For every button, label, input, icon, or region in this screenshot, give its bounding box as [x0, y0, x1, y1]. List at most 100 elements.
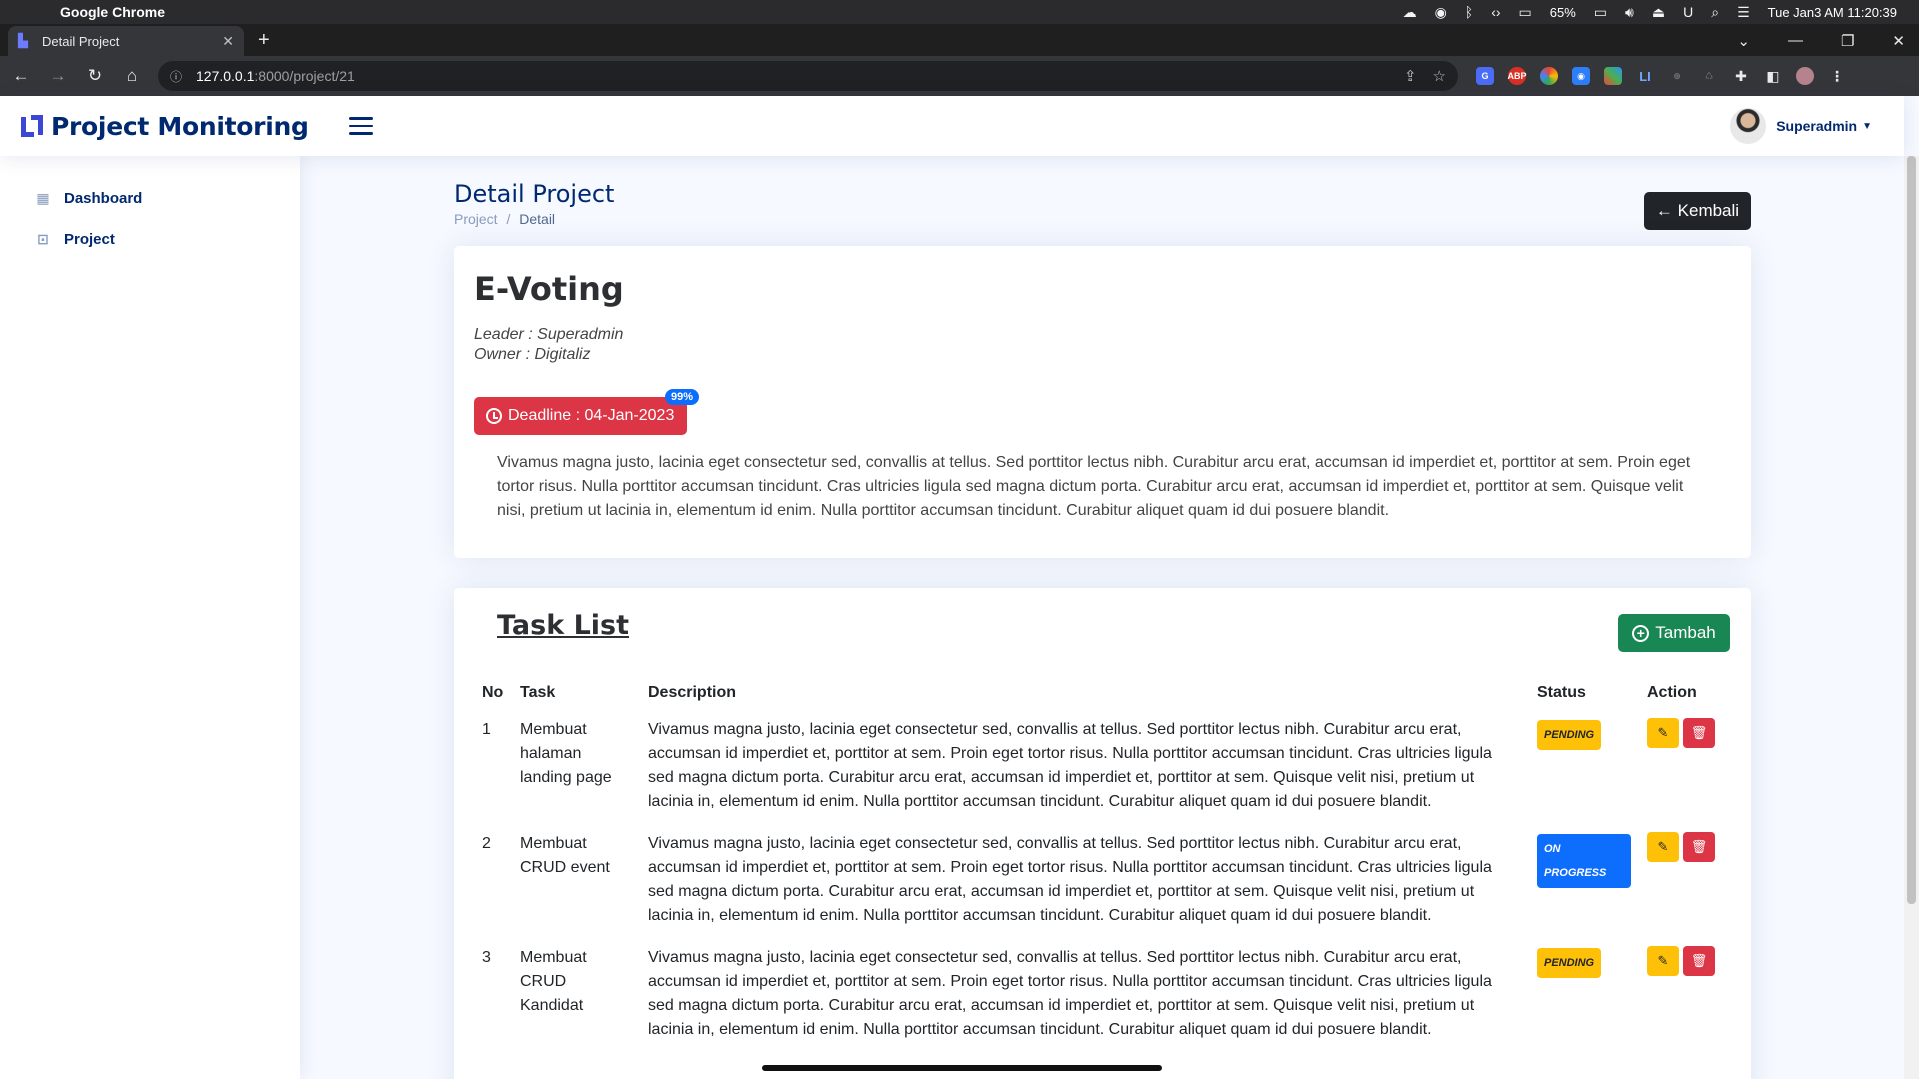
caret-down-icon[interactable]: ▼	[1862, 121, 1872, 132]
address-bar[interactable]: ⓘ 127.0.0.1 :8000/project/21 ⇪ ☆	[158, 61, 1458, 91]
bluetooth-icon[interactable]: ᛒ	[1465, 4, 1473, 20]
breadcrumb-current: Detail	[519, 211, 556, 227]
volume-icon[interactable]: 🔊︎	[1625, 4, 1634, 21]
table-header-row: No Task Description Status Action	[474, 678, 1731, 712]
tab-title: Detail Project	[42, 33, 120, 49]
delete-button[interactable]: 🗑︎	[1683, 718, 1715, 748]
avatar[interactable]	[1730, 108, 1767, 144]
deadline-badge: Deadline : 04-Jan-2023	[474, 397, 687, 435]
site-favicon-icon: ▙	[18, 33, 28, 48]
battery-percent[interactable]: 65%	[1550, 5, 1576, 20]
trash-icon: 🗑︎	[1690, 725, 1708, 740]
home-icon[interactable]: ⌂	[116, 66, 148, 86]
colorful-extension-icon[interactable]	[1604, 67, 1622, 85]
sidebar: ▦ Dashboard ⊡ Project	[0, 156, 300, 1079]
close-window-icon[interactable]: ✕	[1892, 32, 1905, 50]
bookmark-star-icon[interactable]: ☆	[1433, 67, 1446, 85]
project-detail-card: E-Voting Leader : Superadmin Owner : Dig…	[454, 246, 1751, 558]
page-scrollbar[interactable]	[1904, 156, 1919, 1079]
display-icon[interactable]: ▭	[1519, 4, 1532, 21]
delete-button[interactable]: 🗑︎	[1683, 946, 1715, 976]
u-app-icon[interactable]: U	[1683, 4, 1693, 20]
spotlight-search-icon[interactable]: ⌕	[1711, 4, 1719, 21]
tab-search-chevron-icon[interactable]: ⌄	[1737, 32, 1750, 50]
project-name: E-Voting	[474, 270, 624, 308]
color-picker-extension-icon[interactable]	[1540, 67, 1558, 85]
cell-description: Vivamus magna justo, lacinia eget consec…	[648, 721, 1492, 810]
side-panel-icon[interactable]: ◧	[1764, 67, 1782, 85]
creative-cloud-icon[interactable]: ☁	[1403, 4, 1417, 21]
new-tab-icon[interactable]: +	[258, 29, 270, 52]
cell-no: 1	[482, 721, 491, 738]
col-header-description: Description	[648, 684, 737, 701]
col-header-status: Status	[1537, 684, 1586, 701]
app-header: Project Monitoring Superadmin ▼	[0, 96, 1904, 156]
edit-button[interactable]: ✎	[1647, 946, 1679, 976]
add-task-label: Tambah	[1655, 623, 1716, 642]
url-path: :8000/project/21	[254, 68, 355, 84]
add-task-button[interactable]: + Tambah	[1618, 614, 1730, 652]
reload-icon[interactable]: ↻	[79, 66, 111, 86]
sidebar-item-dashboard[interactable]: ▦ Dashboard	[0, 178, 300, 219]
active-app-name[interactable]: Google Chrome	[60, 4, 165, 20]
cell-task: Membuat CRUD event	[520, 835, 610, 876]
browser-toolbar: ← → ↻ ⌂ ⓘ 127.0.0.1 :8000/project/21 ⇪ ☆…	[0, 56, 1919, 96]
menu-clock[interactable]: Tue Jan3 AM 11:20:39	[1768, 5, 1897, 20]
breadcrumb-project-link[interactable]: Project	[454, 211, 498, 227]
control-center-icon[interactable]: ☰	[1737, 4, 1750, 21]
discord-icon[interactable]: ◉	[1435, 4, 1447, 21]
browser-tab-active[interactable]: ▙ Detail Project ✕	[8, 26, 244, 56]
extension-icons: G ABP ◉ LI ⊕ ♺ ✚ ◧ ⋮	[1476, 67, 1846, 85]
delete-button[interactable]: 🗑︎	[1683, 832, 1715, 862]
li-extension-icon[interactable]: LI	[1636, 67, 1654, 85]
status-badge: PENDING	[1537, 720, 1602, 750]
back-arrow-icon[interactable]: ←	[5, 66, 37, 86]
adblock-extension-icon[interactable]: ABP	[1508, 67, 1527, 85]
brand-name: Project Monitoring	[51, 111, 309, 141]
translate-extension-icon[interactable]: G	[1476, 67, 1494, 85]
os-menu-bar: Google Chrome ☁ ◉ ᛒ ‹› ▭ 65% ▭ 🔊︎ ⏏ U ⌕ …	[0, 0, 1919, 24]
profile-avatar-icon[interactable]	[1796, 67, 1814, 85]
edit-button[interactable]: ✎	[1647, 718, 1679, 748]
edit-icon: ✎	[1657, 725, 1669, 740]
edit-icon: ✎	[1657, 953, 1669, 968]
main-content: Detail Project Project / Detail ← Kembal…	[300, 156, 1904, 1079]
scrollbar-thumb[interactable]	[1907, 156, 1916, 904]
more-menu-icon[interactable]: ⋮	[1828, 67, 1846, 85]
eject-icon[interactable]: ⏏	[1652, 4, 1665, 21]
brand-logo[interactable]: Project Monitoring	[19, 112, 309, 141]
minimize-icon[interactable]: —	[1788, 32, 1803, 50]
close-tab-icon[interactable]: ✕	[222, 33, 234, 50]
gray-extension-icon[interactable]: ⊕	[1668, 67, 1686, 85]
url-host: 127.0.0.1	[196, 68, 255, 84]
col-header-task: Task	[520, 684, 556, 701]
task-list-card: Task List + Tambah No Task Description S…	[454, 588, 1751, 1079]
project-description: Vivamus magna justo, lacinia eget consec…	[497, 454, 1691, 519]
brand-logo-icon	[21, 115, 43, 137]
edit-button[interactable]: ✎	[1647, 832, 1679, 862]
progress-badge: 99%	[665, 389, 700, 405]
sidebar-toggle-icon[interactable]	[348, 117, 373, 135]
cell-no: 3	[482, 949, 491, 966]
code-icon[interactable]: ‹›	[1491, 4, 1500, 20]
home-indicator	[762, 1065, 1162, 1071]
puzzle-extensions-icon[interactable]: ✚	[1732, 67, 1750, 85]
col-header-action: Action	[1647, 684, 1697, 701]
status-icons: ☁ ◉ ᛒ ‹› ▭ 65% ▭ 🔊︎ ⏏ U ⌕ ☰ Tue Jan3 AM …	[1403, 4, 1919, 21]
share-icon[interactable]: ⇪	[1404, 67, 1417, 85]
forward-arrow-icon[interactable]: →	[42, 66, 74, 86]
status-badge: ON PROGRESS	[1537, 834, 1631, 888]
sidebar-item-project[interactable]: ⊡ Project	[0, 219, 300, 260]
task-table: No Task Description Status Action 1 Memb…	[474, 678, 1731, 1054]
user-menu[interactable]: Superadmin ▼	[1730, 108, 1872, 144]
back-button[interactable]: ← Kembali	[1644, 192, 1751, 230]
screenshot-extension-icon[interactable]: ◉	[1572, 67, 1590, 85]
restore-icon[interactable]: ❐	[1841, 32, 1854, 50]
battery-icon[interactable]: ▭	[1594, 4, 1607, 21]
site-info-icon[interactable]: ⓘ	[170, 68, 186, 85]
recycle-extension-icon[interactable]: ♺	[1700, 67, 1718, 85]
user-name[interactable]: Superadmin	[1776, 118, 1857, 134]
cell-no: 2	[482, 835, 491, 852]
cell-task: Membuat CRUD Kandidat	[520, 949, 587, 1014]
cell-description: Vivamus magna justo, lacinia eget consec…	[648, 835, 1492, 924]
